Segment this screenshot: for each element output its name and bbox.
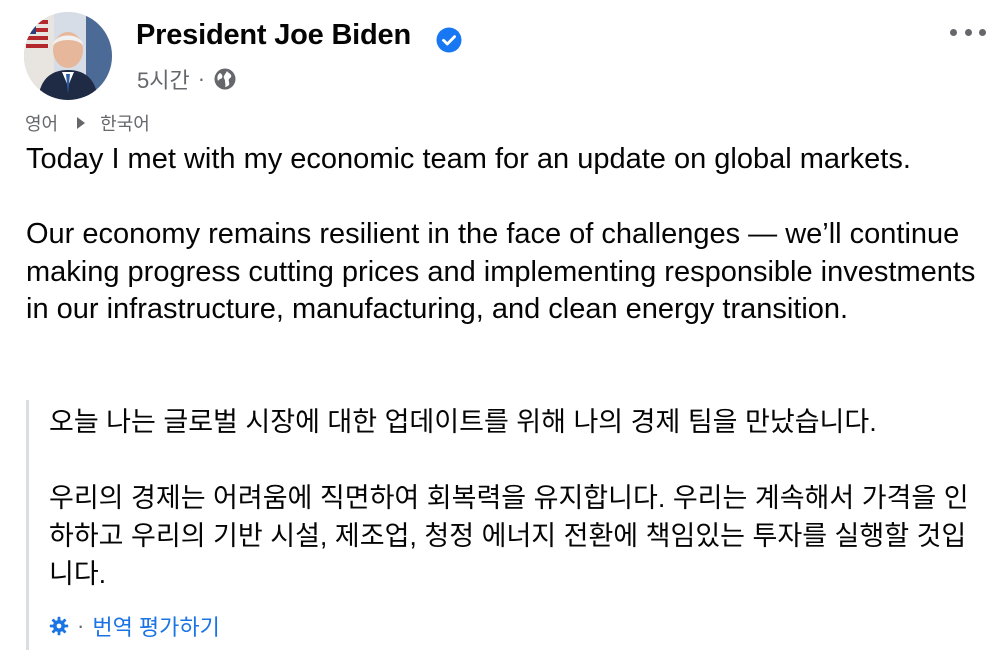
rate-translation-link[interactable]: · 번역 평가하기 [49, 611, 220, 641]
translation-language-bar: 영어 한국어 [25, 110, 150, 136]
rate-translation-label[interactable]: 번역 평가하기 [92, 610, 220, 642]
post-meta: 5시간 · [137, 64, 237, 94]
more-options-icon[interactable] [950, 20, 986, 44]
post-text: Today I met with my economic team for an… [26, 141, 986, 329]
translated-paragraph: 우리의 경제는 어려움에 직면하여 회복력을 유지합니다. 우리는 계속해서 가… [49, 483, 969, 589]
verified-badge-icon [436, 27, 462, 53]
more-dot [964, 28, 972, 36]
translated-paragraph: 오늘 나는 글로벌 시장에 대한 업데이트를 위해 나의 경제 팀을 만났습니다… [49, 407, 877, 437]
post-header: President Joe Biden 5시간 · [0, 0, 1000, 110]
translation-block: 오늘 나는 글로벌 시장에 대한 업데이트를 위해 나의 경제 팀을 만났습니다… [26, 400, 989, 650]
gear-icon [49, 616, 69, 636]
post-paragraph: Our economy remains resilient in the fac… [26, 218, 976, 325]
post-paragraph: Today I met with my economic team for an… [26, 143, 911, 175]
avatar[interactable] [24, 12, 112, 100]
post-timestamp[interactable]: 5시간 [137, 63, 190, 95]
more-dot [979, 28, 986, 36]
translated-text: 오늘 나는 글로벌 시장에 대한 업데이트를 위해 나의 경제 팀을 만났습니다… [49, 403, 989, 593]
play-arrow-icon [77, 117, 86, 129]
globe-icon[interactable] [213, 67, 237, 91]
rate-separator: · [77, 613, 85, 638]
author-name[interactable]: President Joe Biden [136, 19, 411, 52]
target-language[interactable]: 한국어 [100, 110, 150, 136]
meta-separator: · [197, 66, 206, 91]
more-dot [950, 28, 957, 36]
source-language[interactable]: 영어 [25, 110, 58, 136]
avatar-photo [24, 12, 112, 100]
